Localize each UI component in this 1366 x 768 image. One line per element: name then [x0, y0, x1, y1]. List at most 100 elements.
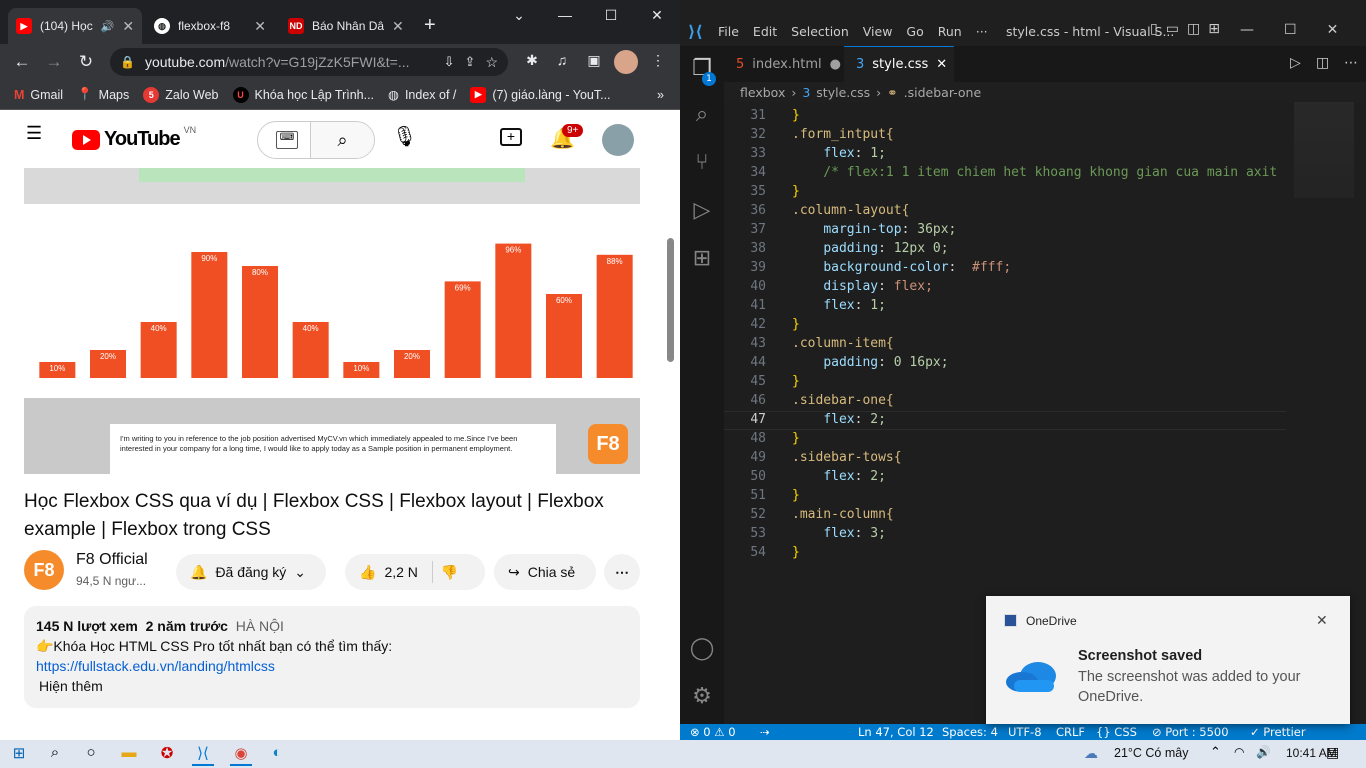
bookmarks-overflow[interactable]: » — [657, 88, 664, 102]
layout-custom-icon[interactable]: ⊞ — [1208, 21, 1220, 37]
edge-taskbar-icon[interactable]: ◐ — [266, 744, 288, 766]
menu-more[interactable]: ··· — [976, 24, 988, 39]
chrome-taskbar-icon[interactable]: ◉ — [230, 744, 252, 766]
live-share-icon[interactable]: ⇢ — [760, 725, 770, 739]
bookmark-index[interactable]: ◍ Index of / — [388, 87, 456, 103]
windows-start-icon[interactable]: ⊞ — [8, 744, 30, 766]
split-editor-icon[interactable]: ◫ — [1316, 55, 1329, 71]
location-tag[interactable]: HÀ NỘI — [236, 618, 284, 634]
menu-icon[interactable]: ⋮ — [642, 52, 674, 69]
reload-icon[interactable]: ↻ — [70, 52, 102, 72]
toast-close-icon[interactable]: ✕ — [1316, 612, 1328, 629]
audio-icon[interactable]: 🔊 — [101, 20, 115, 33]
tab-youtube[interactable]: ▶ (104) Học 🔊 ✕ — [8, 8, 142, 44]
thumbs-down-icon[interactable]: 👎 — [441, 564, 458, 581]
search-box[interactable]: ⌨ ⌕ — [257, 121, 375, 159]
run-icon[interactable]: ▷ — [1290, 55, 1301, 71]
channel-name[interactable]: F8 Official — [76, 551, 148, 569]
install-icon[interactable]: ⇩ — [444, 54, 455, 70]
maximize-button[interactable]: ☐ — [1284, 22, 1297, 38]
app-icon[interactable]: ✪ — [156, 744, 178, 766]
menu-edit[interactable]: Edit — [753, 24, 777, 39]
onedrive-notification[interactable]: OneDrive ✕ Screenshot saved The screensh… — [986, 596, 1350, 724]
encoding[interactable]: UTF-8 — [1008, 725, 1042, 739]
extensions-icon[interactable]: ✱ — [516, 52, 548, 69]
wifi-icon[interactable]: ◠ — [1234, 745, 1244, 759]
indentation[interactable]: Spaces: 4 — [942, 725, 998, 739]
bookmark-giaolang[interactable]: ▶ (7) giáo.làng - YouT... — [470, 86, 611, 103]
weather-text[interactable]: 21°C Có mây — [1114, 746, 1188, 760]
menu-run[interactable]: Run — [938, 24, 962, 39]
close-tab-icon[interactable]: ✕ — [936, 57, 947, 72]
share-button[interactable]: ↪ Chia sẻ — [494, 554, 596, 590]
accounts-icon[interactable]: ◯ — [688, 636, 716, 664]
address-bar[interactable]: 🔒 youtube.com/watch?v=G19jZzK5FWI&t=... … — [110, 48, 508, 76]
media-icon[interactable]: ♫ — [546, 52, 578, 68]
tab-style-css[interactable]: 3 style.css ✕ — [844, 46, 954, 82]
bookmark-maps[interactable]: 📍 Maps — [77, 87, 129, 102]
close-tab-icon[interactable]: ✕ — [254, 18, 266, 35]
description-link[interactable]: https://fullstack.edu.vn/landing/htmlcss — [36, 656, 628, 676]
menu-selection[interactable]: Selection — [791, 24, 849, 39]
menu-go[interactable]: Go — [906, 24, 923, 39]
sidepanel-icon[interactable]: ▣ — [578, 52, 610, 69]
minimize-button[interactable]: — — [1240, 22, 1254, 38]
bookmark-zalo[interactable]: 5 Zalo Web — [143, 86, 219, 103]
search-icon[interactable]: ⌕ — [44, 744, 66, 766]
tray-chevron-icon[interactable]: ⌃ — [1210, 744, 1221, 760]
live-server-port[interactable]: ⊘ Port : 5500 — [1152, 725, 1229, 739]
menu-view[interactable]: View — [863, 24, 893, 39]
new-tab-button[interactable]: + — [424, 14, 436, 37]
keyboard-icon[interactable]: ⌨ — [276, 131, 298, 149]
show-more-button[interactable]: Hiện thêm — [36, 676, 628, 696]
problems-indicator[interactable]: ⊗ 0 ⚠ 0 — [690, 725, 736, 739]
back-icon[interactable]: ← — [6, 52, 38, 72]
breadcrumb-file[interactable]: style.css — [816, 85, 870, 100]
file-explorer-icon[interactable]: ▬ — [118, 744, 140, 766]
video-player[interactable]: 10% 20% 40% 90% 80% 40% 10% 20% 69% 96% 60% 88% I'm… — [24, 168, 640, 474]
like-button[interactable]: 👍 2,2 N 👎 — [345, 554, 485, 590]
forward-icon[interactable]: → — [38, 52, 70, 72]
layout-panel-icon[interactable]: ▭ — [1166, 21, 1179, 37]
youtube-logo[interactable]: YouTube VN — [72, 125, 196, 151]
video-description[interactable]: 145 N lượt xem 2 năm trước HÀ NỘI 👉Khóa … — [24, 606, 640, 708]
close-button[interactable]: ✕ — [634, 0, 680, 32]
layout-split-icon[interactable]: ◫ — [1187, 21, 1200, 37]
profile-avatar[interactable] — [614, 50, 638, 74]
tab-nhandan[interactable]: ND Báo Nhân Dâ ✕ — [280, 8, 408, 44]
create-video-icon[interactable]: + — [500, 128, 522, 146]
task-view-icon[interactable]: ○ — [80, 744, 102, 766]
minimize-button[interactable]: — — [542, 0, 588, 32]
extensions-icon[interactable]: ⊞ — [688, 246, 716, 274]
share-icon[interactable]: ⇪ — [465, 54, 476, 70]
tab-index-html[interactable]: 5 index.html ● — [724, 46, 844, 82]
search-icon[interactable]: ⌕ — [688, 102, 716, 130]
more-actions-icon[interactable]: ⋯ — [1344, 55, 1358, 71]
account-avatar[interactable] — [602, 124, 634, 156]
breadcrumb-folder[interactable]: flexbox — [740, 85, 785, 100]
vscode-taskbar-icon[interactable]: ⟩⟨ — [192, 744, 214, 766]
menu-file[interactable]: File — [718, 24, 739, 39]
end-of-line[interactable]: CRLF — [1056, 725, 1085, 739]
microphone-icon[interactable]: 🎙 — [392, 124, 417, 149]
breadcrumb-symbol[interactable]: .sidebar-one — [904, 85, 982, 100]
bookmark-course[interactable]: U Khóa học Lập Trình... — [232, 86, 374, 103]
maximize-button[interactable]: ☐ — [588, 0, 634, 32]
notification-center-icon[interactable]: ▤ — [1326, 744, 1339, 761]
hamburger-menu-icon[interactable]: ☰ — [26, 124, 46, 142]
run-debug-icon[interactable]: ▷ — [688, 198, 716, 226]
subscribe-button[interactable]: 🔔 Đã đăng ký ⌄ — [176, 554, 326, 590]
source-control-icon[interactable]: ⑂ — [688, 150, 716, 178]
close-tab-icon[interactable]: ✕ — [392, 18, 404, 35]
language-mode[interactable]: {} CSS — [1096, 725, 1137, 739]
tab-flexbox[interactable]: ◍ flexbox-f8 ✕ — [146, 8, 274, 44]
more-actions-icon[interactable]: ⋯ — [604, 554, 640, 590]
cursor-position[interactable]: Ln 47, Col 12 — [858, 725, 934, 739]
prettier-status[interactable]: ✓ Prettier — [1250, 725, 1306, 739]
minimap-slider[interactable] — [1294, 102, 1354, 198]
settings-gear-icon[interactable]: ⚙ — [688, 684, 716, 712]
star-icon[interactable]: ☆ — [485, 54, 498, 71]
search-icon[interactable]: ⌕ — [310, 122, 374, 158]
page-scrollbar[interactable] — [667, 238, 674, 362]
layout-sidebar-icon[interactable]: ▯ — [1150, 21, 1158, 37]
